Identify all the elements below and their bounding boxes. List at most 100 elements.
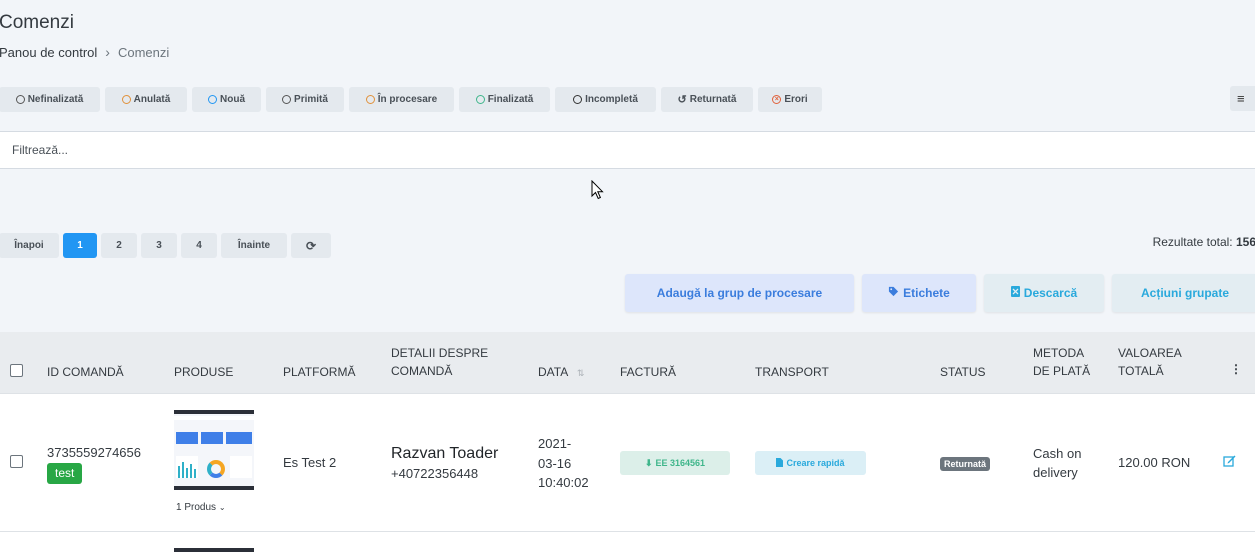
filter-input[interactable]	[0, 131, 1255, 169]
group-actions-label: Acțiuni grupate	[1140, 286, 1229, 300]
status-filter-label: Erori	[784, 94, 808, 105]
labels-button[interactable]: Etichete	[862, 274, 976, 312]
col-header-date-label: DATA	[538, 365, 568, 379]
order-date-line-1: 2021-	[538, 436, 572, 451]
status-filter-label: Incompletă	[585, 94, 638, 105]
col-header-payment: METODA DE PLATĂ	[1033, 346, 1091, 378]
status-badge: Returnată	[940, 453, 991, 474]
invoice-number: EE 3164561	[655, 458, 706, 468]
status-filter-label: Returnată	[689, 94, 737, 105]
status-filter-noua[interactable]: Nouă	[192, 87, 261, 112]
breadcrumb-root[interactable]: Panou de control	[0, 45, 97, 60]
quick-create-shipment-button[interactable]: Creare rapidă	[755, 451, 866, 475]
col-header-products: PRODUSE	[174, 365, 234, 379]
circle-icon	[475, 95, 485, 104]
status-filter-primita[interactable]: Primită	[266, 87, 344, 112]
product-count: 1 Produs	[176, 502, 217, 513]
breadcrumb: Panou de control › Comenzi	[0, 44, 169, 60]
col-header-details: DETALII DESPRE COMANDĂ	[391, 346, 489, 378]
results-total-count: 156	[1235, 235, 1255, 249]
select-all-checkbox[interactable]	[10, 364, 23, 377]
labels-label: Etichete	[903, 286, 950, 300]
pagination-next-button[interactable]: Înainte	[221, 233, 287, 258]
col-header-status: STATUS	[940, 365, 986, 379]
order-date-line-2: 03-16	[538, 456, 572, 471]
file-excel-icon	[1010, 286, 1020, 300]
results-total-label: Rezultate total:	[1152, 235, 1233, 249]
circle-icon	[121, 95, 131, 104]
chevron-right-icon: ›	[105, 44, 110, 60]
row-checkbox[interactable]	[10, 455, 23, 468]
pagination-prev-button[interactable]: Înapoi	[0, 233, 59, 258]
col-header-total: VALOAREA TOTALĂ	[1118, 346, 1182, 378]
times-circle-icon: ×	[772, 95, 782, 104]
status-badge-label: Returnată	[940, 457, 991, 471]
platform: Es Test 2	[283, 455, 337, 470]
bars-icon: ≡	[1237, 91, 1245, 106]
col-header-order-id[interactable]: ID COMANDĂ	[47, 363, 124, 381]
product-thumbnail[interactable]	[174, 410, 254, 490]
download-button[interactable]: Descarcă	[984, 274, 1104, 312]
circle-icon	[282, 95, 292, 104]
pagination: Înapoi 1 2 3 4 Înainte ⟳	[0, 233, 331, 258]
file-icon	[776, 457, 784, 469]
status-filter-incompleta[interactable]: Incompletă	[555, 87, 656, 112]
customer-phone: +40722356448	[391, 466, 479, 481]
refresh-button[interactable]: ⟳	[291, 233, 331, 258]
payment-method-line-2: delivery	[1033, 465, 1078, 480]
next-product-thumbnail[interactable]	[174, 548, 254, 552]
group-actions-button[interactable]: Acțiuni grupate	[1112, 274, 1255, 312]
add-to-processing-group-label: Adaugă la grup de procesare	[656, 286, 823, 300]
quick-create-label: Creare rapidă	[786, 458, 845, 468]
col-header-transport: TRANSPORT	[755, 365, 829, 379]
more-vertical-icon[interactable]: ⋮	[1230, 360, 1242, 378]
tag-icon	[888, 286, 899, 300]
invoice-download-button[interactable]: ⬇ EE 3164561	[620, 451, 730, 475]
circle-icon	[573, 95, 583, 104]
mouse-cursor-icon	[591, 180, 604, 200]
status-filter-label: Nefinalizată	[27, 94, 84, 105]
status-filter-label: În procesare	[377, 94, 438, 105]
payment-method-line-1: Cash on	[1033, 446, 1082, 461]
pagination-page-4[interactable]: 4	[181, 233, 217, 258]
orders-table: ID COMANDĂ PRODUSE PLATFORMĂ DETALII DES…	[0, 332, 1255, 552]
undo-icon: ↺	[677, 94, 687, 106]
order-tag: test	[47, 463, 83, 484]
status-filter-bar: Nefinalizată Anulată Nouă Primită În pro…	[0, 87, 822, 112]
col-header-invoice: FACTURĂ	[620, 365, 677, 379]
columns-menu-button[interactable]: ≡	[1230, 86, 1255, 111]
results-total: Rezultate total: 156	[1153, 235, 1255, 249]
circle-icon	[365, 95, 375, 104]
sort-icon: ⇅	[576, 368, 585, 378]
customer-name: Razvan Toader	[391, 445, 499, 462]
status-filter-returnata[interactable]: ↺ Returnată	[661, 87, 753, 112]
breadcrumb-current: Comenzi	[117, 44, 170, 60]
page-title: Comenzi	[0, 12, 74, 33]
status-filter-label: Primită	[294, 94, 328, 105]
add-to-processing-group-button[interactable]: Adaugă la grup de procesare	[625, 274, 854, 312]
pagination-page-2[interactable]: 2	[101, 233, 137, 258]
status-filter-label: Anulată	[133, 94, 171, 105]
table-row[interactable]: 3735559274656 test 1 Produs ⌄ Es Test 2 …	[0, 395, 1255, 532]
product-count-toggle[interactable]: 1 Produs ⌄	[176, 498, 226, 517]
download-icon: ⬇	[644, 457, 653, 468]
pagination-page-1[interactable]: 1	[63, 233, 97, 258]
test-badge: test	[47, 463, 83, 484]
status-filter-nefinalizata[interactable]: Nefinalizată	[0, 87, 100, 112]
edit-icon[interactable]	[1223, 453, 1236, 472]
status-filter-label: Nouă	[220, 94, 245, 105]
status-filter-finalizata[interactable]: Finalizată	[459, 87, 550, 112]
pagination-page-3[interactable]: 3	[141, 233, 177, 258]
status-filter-anulata[interactable]: Anulată	[105, 87, 187, 112]
col-header-date[interactable]: DATA ⇅	[538, 363, 584, 382]
chevron-down-icon: ⌄	[218, 503, 226, 512]
table-header: ID COMANDĂ PRODUSE PLATFORMĂ DETALII DES…	[0, 332, 1255, 394]
order-date-line-3: 10:40:02	[538, 475, 589, 490]
download-label: Descarcă	[1023, 286, 1078, 300]
status-filter-erori[interactable]: × Erori	[758, 87, 822, 112]
refresh-icon: ⟳	[305, 238, 317, 253]
col-header-platform: PLATFORMĂ	[283, 365, 356, 379]
order-total: 120.00 RON	[1118, 455, 1191, 470]
status-filter-in-procesare[interactable]: În procesare	[349, 87, 454, 112]
order-id: 3735559274656	[47, 445, 141, 460]
